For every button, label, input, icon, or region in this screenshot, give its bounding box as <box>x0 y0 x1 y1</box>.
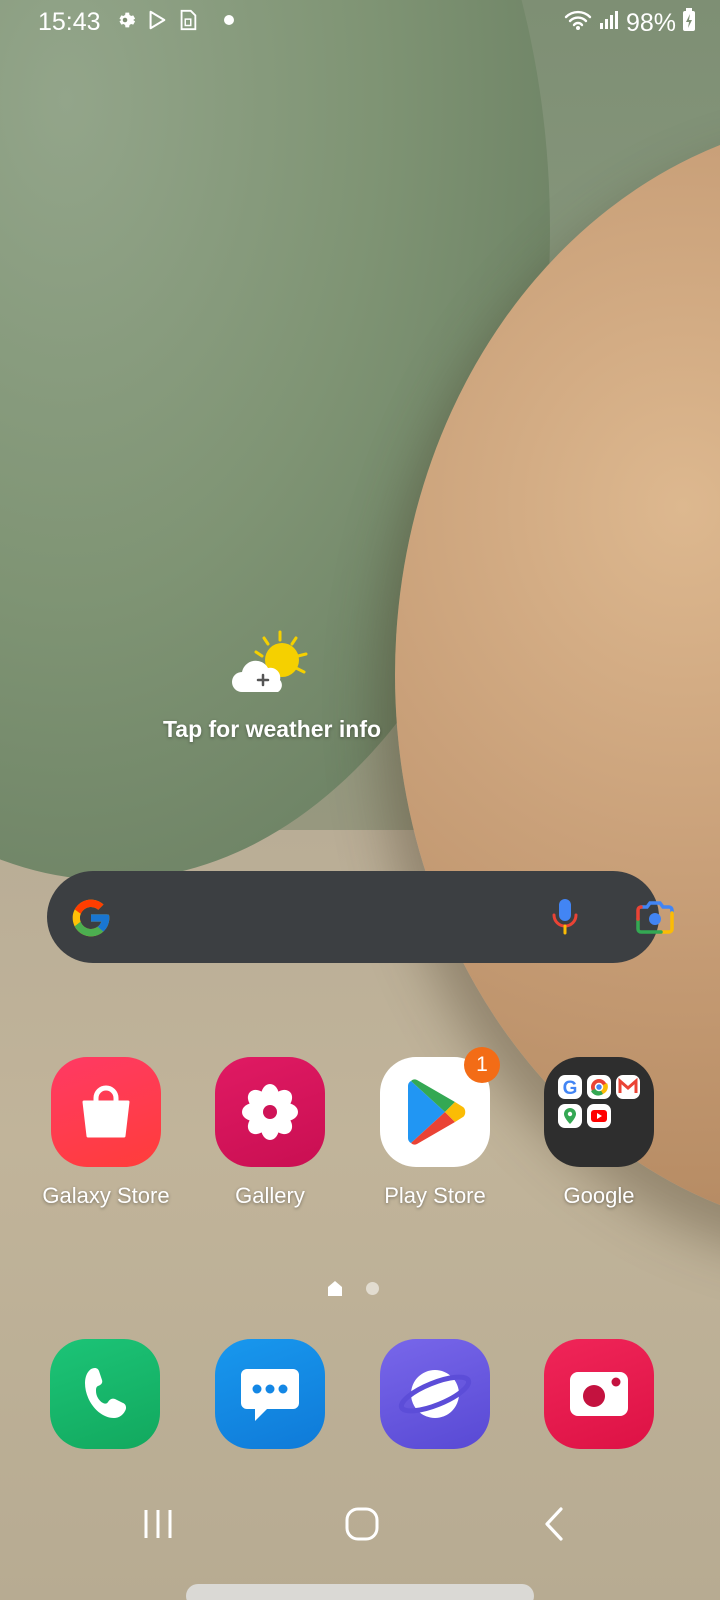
status-time: 15:43 <box>38 8 101 36</box>
microphone-icon[interactable] <box>551 897 579 937</box>
planet-icon <box>380 1339 490 1449</box>
notification-badge: 1 <box>464 1047 500 1083</box>
app-galaxy-store[interactable]: Galaxy Store <box>26 1057 186 1209</box>
status-right-icons: 98% <box>564 8 696 39</box>
app-gallery[interactable]: Gallery <box>190 1057 350 1209</box>
shopping-bag-icon <box>51 1057 161 1167</box>
battery-percent: 98% <box>625 9 676 37</box>
page-indicator <box>326 1279 379 1297</box>
navigation-bar <box>0 1490 720 1570</box>
app-label: Play Store <box>384 1183 486 1208</box>
dot-icon <box>224 15 234 25</box>
message-icon <box>215 1339 325 1449</box>
app-label: Galaxy Store <box>42 1183 170 1208</box>
home-button[interactable] <box>322 1490 402 1562</box>
weather-prompt-text: Tap for weather info <box>162 716 382 742</box>
recents-icon <box>141 1508 175 1545</box>
app-play-store[interactable]: 1 Play Store <box>355 1047 515 1209</box>
dock-messages[interactable] <box>190 1339 350 1449</box>
app-label: Google <box>563 1183 635 1208</box>
app-google-folder[interactable]: G Google <box>519 1057 679 1209</box>
google-search-bar[interactable] <box>47 871 674 963</box>
phone-icon <box>50 1339 160 1449</box>
dock-phone[interactable] <box>25 1339 185 1449</box>
back-icon <box>542 1506 566 1547</box>
signal-icon <box>598 9 620 38</box>
home-icon <box>344 1506 380 1547</box>
gear-icon <box>114 9 136 31</box>
status-bar: 15:43 98% <box>0 0 720 44</box>
play-store-icon: 1 <box>380 1047 500 1167</box>
app-label: Gallery <box>235 1183 305 1208</box>
status-notification-icons <box>114 9 234 31</box>
back-button[interactable] <box>514 1490 594 1562</box>
svg-text:G: G <box>563 1078 578 1099</box>
dock-camera[interactable] <box>519 1339 679 1449</box>
gesture-hint-bar[interactable] <box>186 1584 534 1600</box>
page-dot <box>366 1281 379 1295</box>
weather-sun-cloud-icon <box>230 628 314 700</box>
battery-charging-icon <box>682 8 696 39</box>
sim-icon <box>178 9 200 31</box>
lens-camera-icon[interactable] <box>633 895 677 939</box>
home-page-icon <box>326 1279 344 1297</box>
camera-icon <box>544 1339 654 1449</box>
dock-internet[interactable] <box>355 1339 515 1449</box>
play-triangle-icon <box>146 9 168 31</box>
wifi-icon <box>564 9 592 38</box>
flower-icon <box>215 1057 325 1167</box>
weather-widget[interactable]: Tap for weather info <box>150 628 394 748</box>
recents-button[interactable] <box>118 1490 198 1562</box>
google-folder-icon: G <box>544 1057 654 1167</box>
google-g-icon <box>69 896 113 940</box>
